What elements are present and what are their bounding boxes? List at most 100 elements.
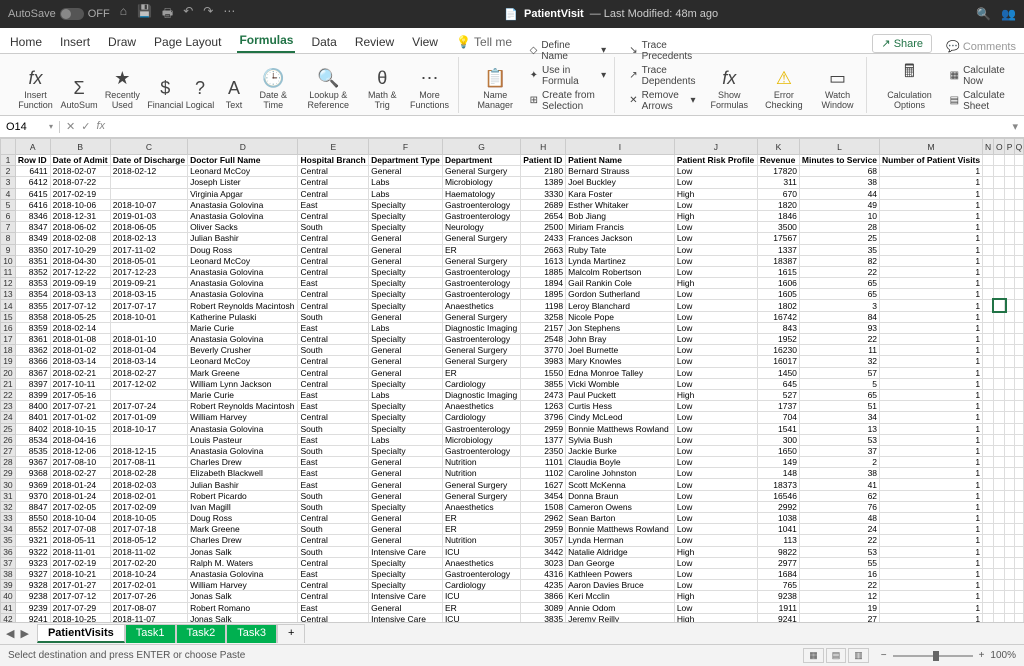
cell[interactable]: 51: [799, 401, 879, 412]
cell[interactable]: 1389: [521, 177, 566, 188]
cell[interactable]: Central: [298, 367, 369, 378]
cell[interactable]: 148: [757, 468, 799, 479]
cell[interactable]: High: [674, 210, 757, 221]
cell[interactable]: 2017-11-02: [110, 244, 187, 255]
cell[interactable]: Beverly Crusher: [188, 345, 298, 356]
cell[interactable]: Central: [298, 591, 369, 602]
cell[interactable]: East: [298, 479, 369, 490]
cell[interactable]: Low: [674, 177, 757, 188]
insert-function-button[interactable]: fxInsert Function: [12, 66, 59, 113]
cell[interactable]: 9822: [757, 546, 799, 557]
cell[interactable]: 1541: [757, 423, 799, 434]
cell[interactable]: 2018-01-08: [50, 334, 110, 345]
cell[interactable]: Sylvia Bush: [566, 434, 675, 445]
cell[interactable]: 1: [880, 412, 983, 423]
cell[interactable]: 2017-01-27: [50, 580, 110, 591]
cell[interactable]: [1014, 389, 1023, 400]
cell[interactable]: [983, 199, 994, 210]
cell[interactable]: [983, 513, 994, 524]
cell[interactable]: Leroy Blanchard: [566, 300, 675, 311]
cell[interactable]: 27: [799, 613, 879, 622]
cell[interactable]: [994, 210, 1005, 221]
cell[interactable]: [1014, 580, 1023, 591]
text-button[interactable]: AText: [219, 76, 249, 113]
cell[interactable]: 53: [799, 434, 879, 445]
cell[interactable]: 1: [880, 535, 983, 546]
cell[interactable]: Nutrition: [442, 535, 520, 546]
cell[interactable]: 6412: [15, 177, 50, 188]
cell[interactable]: Anastasia Golovina: [188, 289, 298, 300]
row-header[interactable]: 18: [1, 345, 16, 356]
cell[interactable]: Low: [674, 501, 757, 512]
cell[interactable]: 55: [799, 557, 879, 568]
cell[interactable]: 2017-01-02: [50, 412, 110, 423]
cell[interactable]: [1014, 535, 1023, 546]
cell[interactable]: 32: [799, 356, 879, 367]
cell[interactable]: Nutrition: [442, 457, 520, 468]
cell[interactable]: [1005, 524, 1014, 535]
cell[interactable]: 24: [799, 524, 879, 535]
cell[interactable]: 93: [799, 322, 879, 333]
cell[interactable]: 9241: [15, 613, 50, 622]
cell[interactable]: East: [298, 322, 369, 333]
cell[interactable]: Specialty: [369, 210, 443, 221]
cell[interactable]: [983, 166, 994, 177]
cell[interactable]: Low: [674, 289, 757, 300]
cell[interactable]: 2017-07-08: [50, 524, 110, 535]
autosave-toggle[interactable]: AutoSave OFF: [8, 8, 110, 20]
cell[interactable]: 2663: [521, 244, 566, 255]
cell[interactable]: 13: [799, 423, 879, 434]
cell[interactable]: Aaron Davies Bruce: [566, 580, 675, 591]
cell[interactable]: [983, 479, 994, 490]
cell[interactable]: [1014, 602, 1023, 613]
math-button[interactable]: θMath & Trig: [363, 66, 401, 113]
cell[interactable]: General: [369, 311, 443, 322]
row-header[interactable]: 17: [1, 334, 16, 345]
cell[interactable]: 1: [880, 501, 983, 512]
cell[interactable]: ER: [442, 367, 520, 378]
cell[interactable]: [110, 188, 187, 199]
cell[interactable]: [983, 501, 994, 512]
cell[interactable]: [1014, 490, 1023, 501]
cell[interactable]: Mary Knowles: [566, 356, 675, 367]
cell[interactable]: Charles Drew: [188, 457, 298, 468]
cell[interactable]: [1014, 222, 1023, 233]
cell[interactable]: Specialty: [369, 445, 443, 456]
cell[interactable]: 9323: [15, 557, 50, 568]
cell[interactable]: Ralph M. Waters: [188, 557, 298, 568]
page-break-icon[interactable]: ▥: [848, 648, 869, 663]
cell[interactable]: 2018-11-07: [110, 613, 187, 622]
cell[interactable]: 3796: [521, 412, 566, 423]
cell[interactable]: 1038: [757, 513, 799, 524]
col-header-D[interactable]: D: [188, 139, 298, 155]
cell[interactable]: Mark Greene: [188, 524, 298, 535]
cell[interactable]: [994, 557, 1005, 568]
cell[interactable]: [994, 311, 1005, 322]
cell[interactable]: [983, 524, 994, 535]
cell[interactable]: [1005, 457, 1014, 468]
cell[interactable]: Central: [298, 334, 369, 345]
spreadsheet-grid[interactable]: ABCDEFGHIJKLMNOPQ1Row IDDate of AdmitDat…: [0, 138, 1024, 622]
cell[interactable]: 2017-02-05: [50, 501, 110, 512]
cell[interactable]: 3023: [521, 557, 566, 568]
cell[interactable]: South: [298, 345, 369, 356]
cell[interactable]: Joseph Lister: [188, 177, 298, 188]
cell[interactable]: Low: [674, 434, 757, 445]
cell[interactable]: 11: [799, 345, 879, 356]
cell[interactable]: 1911: [757, 602, 799, 613]
cell[interactable]: 1508: [521, 501, 566, 512]
cell[interactable]: Central: [298, 356, 369, 367]
cell[interactable]: William Harvey: [188, 580, 298, 591]
cell[interactable]: [983, 445, 994, 456]
cell[interactable]: 3855: [521, 378, 566, 389]
cell[interactable]: [994, 233, 1005, 244]
col-header-C[interactable]: C: [110, 139, 187, 155]
cell[interactable]: Anastasia Golovina: [188, 210, 298, 221]
cell[interactable]: 16017: [757, 356, 799, 367]
cell[interactable]: 1820: [757, 199, 799, 210]
cell[interactable]: [1014, 423, 1023, 434]
header-cell[interactable]: Department: [442, 155, 520, 166]
define-name-button[interactable]: ◇ Define Name ▾: [526, 39, 611, 63]
cell[interactable]: [1014, 378, 1023, 389]
col-header-O[interactable]: O: [994, 139, 1005, 155]
